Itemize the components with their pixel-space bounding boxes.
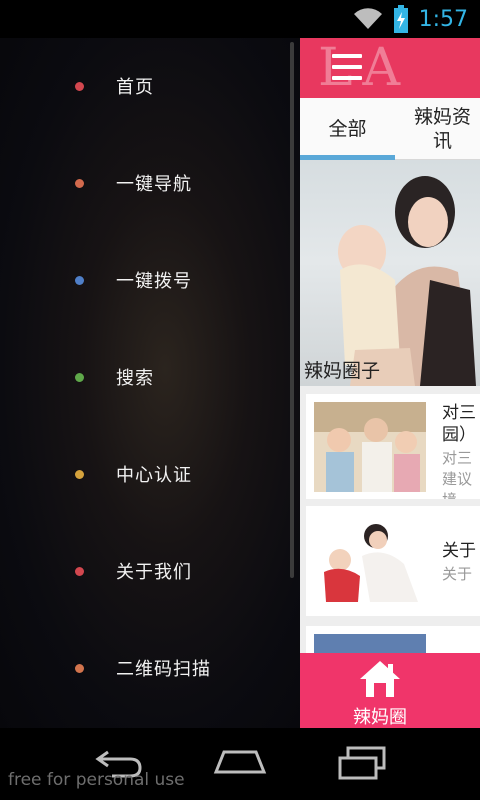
menu-dot	[75, 372, 84, 382]
menu-dot	[75, 178, 84, 188]
drawer-item-dial[interactable]: 一键拨号	[0, 250, 290, 310]
system-nav-bar: free for personal use	[0, 728, 480, 800]
drawer-scrollbar[interactable]	[290, 42, 294, 578]
news-item[interactable]: 对三 园） 对三 建议 境	[306, 394, 480, 499]
status-bar: 1:57	[0, 0, 480, 38]
home-nav-icon[interactable]	[212, 748, 268, 776]
drawer-item-navigation[interactable]: 一键导航	[0, 153, 290, 213]
drawer-item-label: 一键导航	[116, 174, 192, 195]
main-content: LA 全部 辣妈资讯 辣妈圈子 对三 园） 对三 建议 关于 关于 辣妈圈	[300, 38, 480, 728]
category-tabs: 全部 辣妈资讯	[300, 98, 480, 160]
featured-banner[interactable]: 辣妈圈子	[300, 160, 480, 386]
drawer-item-label: 搜索	[116, 368, 154, 389]
menu-dot	[75, 81, 84, 91]
drawer-item-search[interactable]: 搜索	[0, 347, 290, 407]
news-summary: 关于	[442, 565, 473, 583]
drawer-item-about[interactable]: 关于我们	[0, 541, 290, 601]
menu-dot	[75, 469, 84, 479]
news-summary: 境	[442, 490, 480, 499]
drawer-item-label: 一键拨号	[116, 271, 192, 292]
news-title: 关于	[442, 541, 476, 561]
watermark-text: free for personal use	[8, 770, 185, 790]
drawer-item-label: 首页	[116, 77, 154, 98]
recents-icon[interactable]	[336, 746, 388, 780]
news-thumbnail	[314, 402, 426, 492]
home-icon	[360, 661, 400, 697]
drawer-item-label: 关于我们	[116, 562, 192, 583]
news-title: 对三	[442, 403, 476, 423]
drawer-item-label: 中心认证	[116, 465, 192, 486]
bottom-tab-hot-mom-circle[interactable]: 辣妈圈	[300, 653, 480, 728]
status-clock: 1:57	[418, 6, 468, 32]
navigation-drawer: 首页 一键导航 一键拨号 搜索 中心认证 关于我们 二维码扫描	[0, 38, 300, 728]
drawer-item-certification[interactable]: 中心认证	[0, 444, 290, 504]
tab-hot-mom-news[interactable]: 辣妈资讯	[405, 98, 480, 160]
menu-dot	[75, 663, 84, 673]
menu-dot	[75, 566, 84, 576]
news-item[interactable]: 关于 关于	[306, 506, 480, 616]
banner-caption: 辣妈圈子	[304, 360, 381, 382]
drawer-item-qr-scan[interactable]: 二维码扫描	[0, 638, 290, 698]
news-thumbnail	[314, 516, 426, 606]
banner-image	[338, 176, 476, 386]
wifi-icon	[353, 7, 383, 31]
news-summary: 建议	[442, 470, 473, 488]
drawer-item-label: 二维码扫描	[116, 659, 211, 680]
bottom-tab-label: 辣妈圈	[353, 707, 407, 728]
app-header: LA	[300, 38, 480, 98]
drawer-item-home[interactable]: 首页	[0, 56, 290, 116]
hamburger-menu-icon[interactable]	[332, 54, 362, 80]
battery-icon	[393, 5, 409, 33]
tab-all[interactable]: 全部	[300, 98, 395, 160]
news-title: 园）	[442, 425, 476, 445]
news-item[interactable]	[306, 626, 480, 656]
menu-dot	[75, 275, 84, 285]
news-summary: 对三	[442, 449, 473, 467]
